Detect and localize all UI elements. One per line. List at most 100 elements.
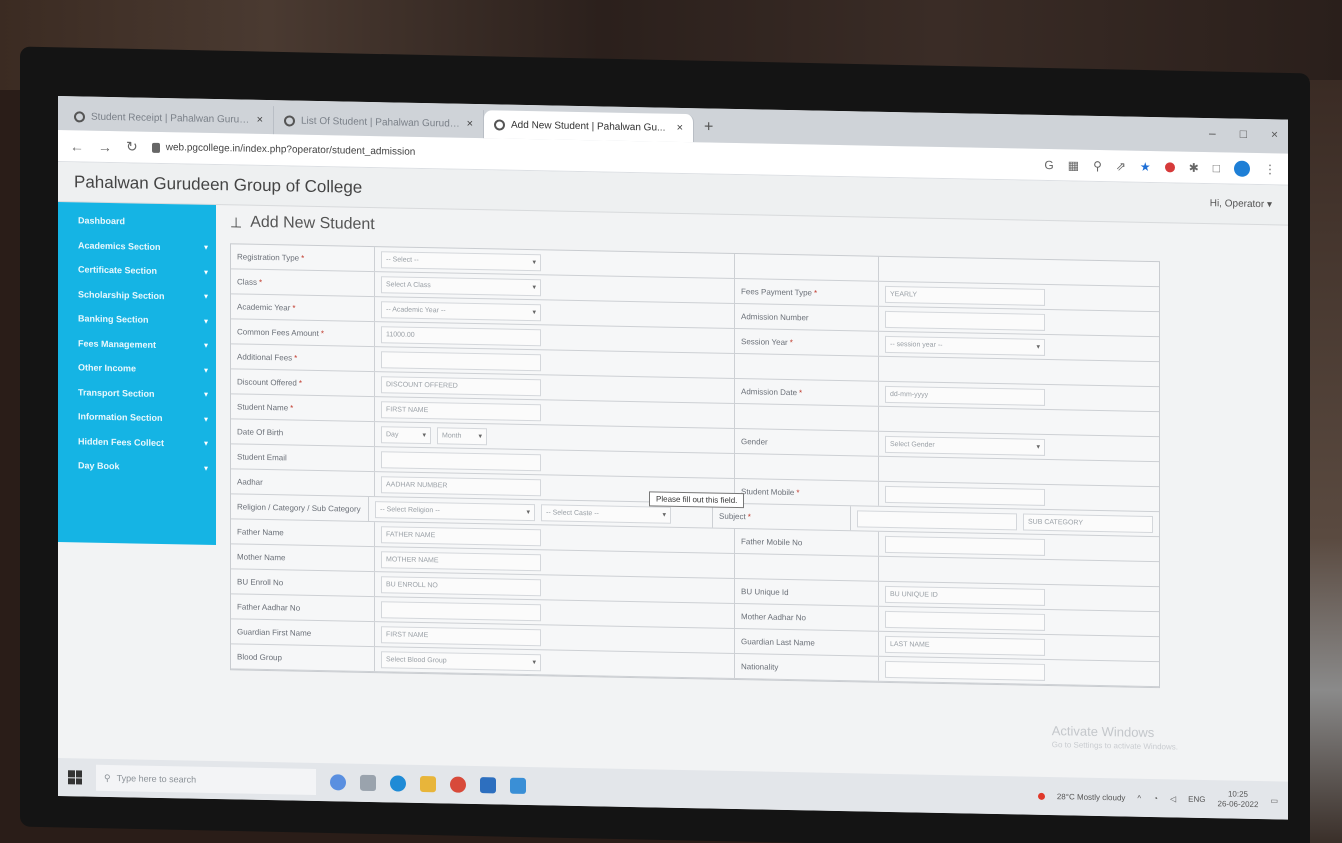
sidebar-item[interactable]: Banking Section ▾ — [58, 306, 216, 334]
sidebar-item[interactable]: Academics Section ▾ — [58, 233, 216, 261]
forward-icon[interactable]: → — [98, 138, 112, 154]
form-field[interactable]: -- session year -- ▾ — [885, 335, 1045, 356]
page-title: Add New Student — [250, 213, 375, 234]
form-field[interactable] — [885, 660, 1045, 681]
form-field[interactable]: 11000.00 — [381, 325, 541, 346]
translate-icon[interactable]: ▦ — [1068, 158, 1079, 172]
form-field[interactable]: FATHER NAME — [381, 525, 541, 546]
close-icon[interactable]: × — [257, 114, 263, 126]
form-field-value: -- Select -- — [386, 255, 419, 264]
share-icon[interactable]: ⇗ — [1116, 159, 1126, 173]
form-field[interactable] — [381, 450, 541, 471]
google-icon[interactable]: G — [1044, 157, 1053, 171]
field-label-text: Blood Group — [237, 651, 282, 662]
sidebar-item[interactable]: Other Income ▾ — [58, 355, 216, 383]
sidepanel-icon[interactable]: □ — [1213, 161, 1220, 175]
notification-icon[interactable]: ▭ — [1270, 796, 1278, 805]
close-window-button[interactable]: × — [1271, 127, 1278, 141]
form-field[interactable]: Select A Class ▾ — [381, 275, 541, 296]
form-field[interactable]: DISCOUNT OFFERED — [381, 375, 541, 396]
form-field[interactable]: Day ▾ — [381, 425, 431, 444]
browser-tab-3[interactable]: Add New Student | Pahalwan Gu... × — [484, 110, 694, 143]
subcategory-field[interactable]: SUB CATEGORY — [1023, 513, 1154, 533]
form-field[interactable] — [885, 535, 1045, 556]
browser-tab-1[interactable]: Student Receipt | Pahalwan Gurudeen × — [64, 102, 274, 135]
form-field[interactable]: MOTHER NAME — [381, 550, 541, 571]
sidebar-item[interactable]: Information Section ▾ — [58, 404, 216, 432]
sidebar-item[interactable]: Certificate Section ▾ — [58, 257, 216, 285]
task-view-icon[interactable] — [360, 774, 376, 792]
puzzle-icon[interactable]: ✱ — [1189, 160, 1199, 174]
form-field-value: Day — [386, 430, 399, 439]
form-field[interactable]: -- Select -- ▾ — [381, 250, 541, 271]
form-field[interactable]: LAST NAME — [885, 635, 1045, 656]
form-field[interactable] — [381, 600, 541, 621]
kebab-menu-icon[interactable]: ⋮ — [1264, 162, 1276, 176]
file-explorer-icon[interactable] — [420, 775, 436, 793]
back-icon[interactable]: ← — [70, 138, 84, 154]
field-label-text: Religion / Category / Sub Category — [237, 501, 361, 514]
dob-month-select[interactable]: Month ▾ — [437, 426, 487, 445]
sidebar-item[interactable]: Scholarship Section ▾ — [58, 282, 216, 310]
form-field[interactable] — [885, 610, 1045, 631]
clock[interactable]: 10:25 26-06-2022 — [1218, 789, 1259, 810]
field-label: Blood Group — [231, 644, 375, 672]
field-label-text: BU Unique Id — [741, 586, 789, 597]
user-menu[interactable]: Hi, Operator ▾ — [1210, 198, 1272, 210]
weather-text[interactable]: 28°C Mostly cloudy — [1057, 792, 1126, 802]
required-marker: * — [799, 387, 803, 397]
form-field[interactable]: AADHAR NUMBER — [381, 475, 541, 496]
field-label-text: Session Year — [741, 336, 788, 347]
chevron-down-icon: ▾ — [203, 463, 208, 473]
browser-tab-2[interactable]: List Of Student | Pahalwan Gurudeen × — [274, 106, 484, 139]
form-field[interactable]: -- Academic Year -- ▾ — [381, 300, 541, 321]
extension-icon[interactable] — [1164, 161, 1175, 172]
bookmark-star-icon[interactable]: ★ — [1140, 159, 1151, 173]
taskbar-search[interactable]: ⚲ Type here to search — [96, 764, 316, 795]
sidebar-item[interactable]: Dashboard — [58, 208, 216, 236]
tab-label: Student Receipt | Pahalwan Gurudeen — [91, 111, 251, 126]
minimize-button[interactable]: – — [1209, 126, 1216, 140]
windows-start-icon[interactable] — [68, 770, 82, 785]
form-field[interactable]: Select Blood Group ▾ — [381, 650, 541, 671]
edge-icon[interactable] — [390, 775, 406, 792]
form-field[interactable]: Select Gender ▾ — [885, 435, 1045, 456]
sidebar-item[interactable]: Hidden Fees Collect ▾ — [58, 429, 216, 457]
chrome-icon[interactable] — [450, 776, 466, 793]
form-field[interactable]: YEARLY — [885, 285, 1045, 306]
chevron-down-icon: ▾ — [203, 414, 208, 424]
form-field[interactable]: dd-mm-yyyy — [885, 385, 1045, 406]
zoom-icon[interactable]: ⚲ — [1093, 158, 1102, 172]
caste-select[interactable]: -- Select Caste -- ▾ — [540, 503, 671, 524]
profile-avatar[interactable] — [1234, 160, 1250, 177]
store-icon[interactable] — [480, 777, 496, 794]
form-field-value: FATHER NAME — [386, 530, 436, 539]
language-indicator[interactable]: ENG — [1188, 794, 1205, 803]
sidebar-item[interactable]: Day Book ▾ — [58, 453, 216, 481]
cortana-icon[interactable] — [330, 774, 346, 791]
field-label-text: Admission Number — [741, 311, 809, 322]
form-field-value: DISCOUNT OFFERED — [386, 380, 458, 390]
photos-icon[interactable] — [510, 777, 526, 794]
form-field[interactable] — [857, 509, 1018, 530]
form-field[interactable]: FIRST NAME — [381, 400, 541, 421]
network-icon[interactable]: ◔ — [1153, 794, 1158, 803]
new-tab-button[interactable]: + — [694, 118, 723, 143]
field-label-text: Nationality — [741, 661, 779, 672]
speaker-icon[interactable]: ◁ — [1170, 794, 1176, 803]
form-field[interactable]: BU ENROLL NO — [381, 575, 541, 596]
form-field[interactable] — [381, 350, 541, 371]
sidebar-item[interactable]: Transport Section ▾ — [58, 380, 216, 408]
close-icon[interactable]: × — [677, 122, 683, 134]
form-field[interactable] — [885, 310, 1045, 331]
reload-icon[interactable]: ↻ — [126, 138, 138, 155]
form-field[interactable]: BU UNIQUE ID — [885, 585, 1045, 606]
form-field[interactable]: -- Select Religion -- ▾ — [374, 500, 535, 521]
sidebar-item[interactable]: Fees Management ▾ — [58, 331, 216, 359]
sidebar-item-label: Certificate Section — [78, 264, 158, 277]
tray-chevron-icon[interactable]: ^ — [1137, 793, 1141, 802]
form-field[interactable]: FIRST NAME — [381, 625, 541, 646]
maximize-button[interactable]: □ — [1240, 127, 1247, 141]
close-icon[interactable]: × — [467, 118, 473, 130]
form-field[interactable] — [885, 485, 1045, 506]
